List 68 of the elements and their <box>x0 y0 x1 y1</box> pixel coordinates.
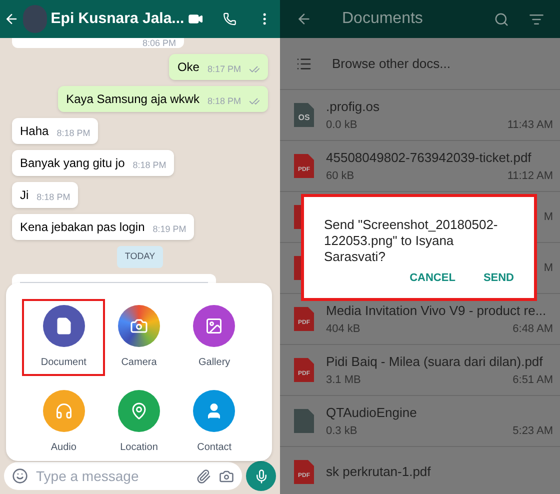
browse-label: Browse other docs... <box>332 54 450 73</box>
dialog-message: Send "Screenshot_20180502-122053.png" to Isyana Sarasvati? <box>324 217 499 265</box>
dialog-button[interactable]: CANCEL <box>410 270 456 286</box>
file-size: 0.0 kB <box>326 118 358 132</box>
file-time: M <box>544 260 553 276</box>
file-name: Pidi Baiq - Milea (suara dari dilan).pdf <box>326 353 544 371</box>
file-time: 6:51 AM <box>512 372 553 388</box>
file-name: 45508049802-763942039-ticket.pdf <box>326 149 532 167</box>
screen-title: Documents <box>342 9 424 29</box>
double-check-icon <box>249 96 260 107</box>
camera-icon <box>118 305 160 347</box>
search-icon[interactable] <box>494 12 509 26</box>
message-text: Kaya Samsung aja wkwk <box>66 91 200 107</box>
message-time: 8:18 PM <box>56 127 90 139</box>
file-time: 6:48 AM <box>512 322 553 336</box>
message-time: 8:18 PM <box>36 191 70 203</box>
dialog-button[interactable]: SEND <box>483 270 514 286</box>
message-text: Haha <box>20 123 49 139</box>
message-text: Oke <box>177 59 200 75</box>
file-name: sk perkrutan-1.pdf <box>326 463 432 482</box>
mic-button[interactable] <box>246 461 276 491</box>
file-icon: OS <box>294 103 314 127</box>
camera-icon[interactable] <box>219 468 234 484</box>
date-chip: TODAY <box>116 246 164 268</box>
gallery-icon <box>193 305 236 347</box>
attach-option[interactable]: Location <box>101 384 177 461</box>
file-time: 11:12 AM <box>507 168 553 184</box>
file-icon <box>294 409 314 433</box>
message-field[interactable]: Type a message <box>36 466 188 486</box>
file-row[interactable]: QTAudioEngine 0.3 kB 5:23 AM <box>280 396 560 447</box>
mic-icon <box>254 468 268 484</box>
message-time: 8:17 PM <box>207 63 241 75</box>
file-time: M <box>544 210 553 225</box>
document-icon <box>42 305 85 347</box>
browse-row[interactable]: Browse other docs... <box>280 38 560 90</box>
back-icon[interactable] <box>296 11 312 27</box>
file-size: 60 kB <box>326 168 354 184</box>
sort-icon[interactable] <box>529 12 544 26</box>
message-text: Ji <box>20 187 29 203</box>
message-bar[interactable]: Type a message <box>4 462 242 490</box>
file-time: 5:23 AM <box>512 424 553 438</box>
file-size: 404 kB <box>326 322 360 336</box>
list-icon <box>296 56 312 72</box>
message-time: 8:06 PM <box>142 39 176 48</box>
phone-icon[interactable] <box>223 11 237 27</box>
file-size: 3.1 MB <box>326 372 361 388</box>
attach-option[interactable]: Audio <box>26 384 102 461</box>
file-name: .profig.os <box>326 98 380 116</box>
file-name: QTAudioEngine <box>326 404 418 422</box>
contact-icon <box>193 390 236 432</box>
message-time: 8:19 PM <box>152 223 186 235</box>
attach-option[interactable]: Gallery <box>176 299 252 376</box>
file-size: 0.3 kB <box>326 424 358 438</box>
file-name: Media Invitation Vivo V9 - product re... <box>326 302 548 320</box>
contact-name[interactable]: Epi Kusnara Jala... <box>50 8 184 30</box>
location-icon <box>118 390 160 432</box>
emoji-icon[interactable] <box>12 468 28 484</box>
message-time: 8:18 PM <box>207 95 241 107</box>
message-time: 8:18 PM <box>132 159 166 171</box>
double-check-icon <box>249 64 260 75</box>
attach-option[interactable]: Document <box>22 299 106 376</box>
audio-icon <box>42 390 85 432</box>
message-text: Banyak yang gitu jo <box>20 155 125 171</box>
file-row[interactable]: OS .profig.os 0.0 kB 11:43 AM <box>280 90 560 141</box>
attach-icon[interactable] <box>196 468 211 484</box>
file-time: 11:43 AM <box>507 118 553 132</box>
message-text: Kena jebakan pas login <box>20 219 145 235</box>
attach-option[interactable]: Contact <box>176 384 252 461</box>
